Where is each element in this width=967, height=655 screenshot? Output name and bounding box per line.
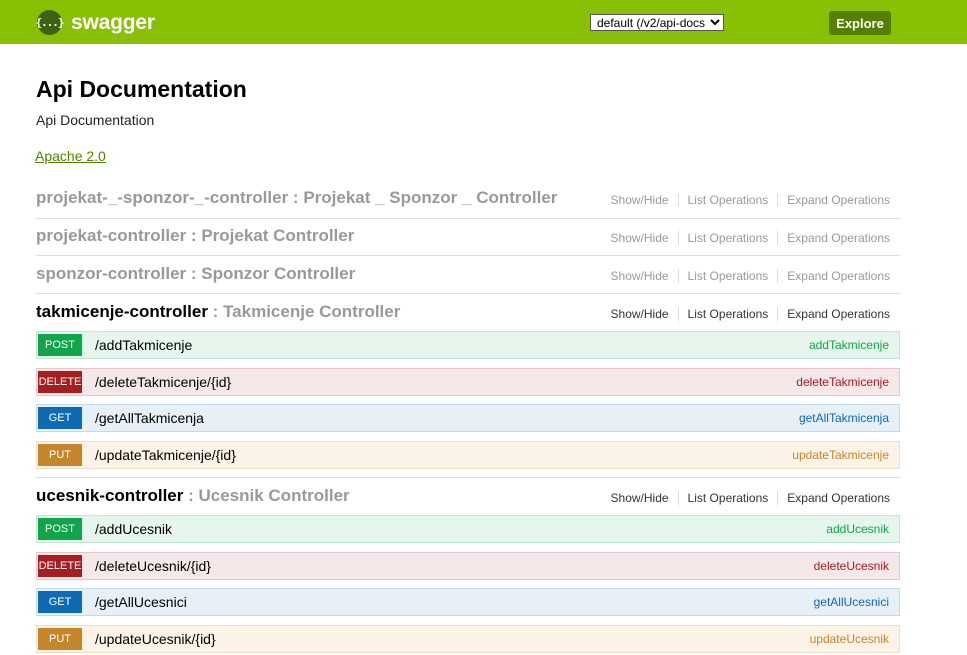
api-spec-select[interactable]: default (/v2/api-docs) — [590, 14, 724, 31]
resource-description: Projekat _ Sponzor _ Controller — [303, 188, 558, 207]
list-operations-link[interactable]: List Operations — [677, 231, 778, 245]
resource-options: Show/Hide List Operations Expand Operati… — [602, 269, 890, 283]
swagger-logo[interactable]: {...} swagger — [35, 10, 155, 35]
operation-row[interactable]: GET /getAllUcesnici getAllUcesnici — [36, 588, 900, 616]
operation-row[interactable]: GET /getAllTakmicenja getAllTakmicenja — [36, 404, 900, 432]
operation-path[interactable]: /updateUcesnik/{id} — [95, 631, 216, 647]
show-hide-link[interactable]: Show/Hide — [602, 307, 678, 321]
list-operations-link[interactable]: List Operations — [677, 193, 778, 207]
show-hide-link[interactable]: Show/Hide — [602, 193, 678, 207]
expand-operations-link[interactable]: Expand Operations — [777, 269, 890, 283]
operation-row[interactable]: POST /addUcesnik addUcesnik — [36, 515, 900, 543]
resource-sponzor: sponzor-controller : Sponzor Controller … — [36, 257, 900, 294]
list-operations-link[interactable]: List Operations — [677, 491, 778, 505]
resource-separator: : — [186, 264, 202, 283]
resource-path[interactable]: sponzor-controller — [36, 264, 186, 283]
page-title: Api Documentation — [36, 76, 247, 102]
resource-description: Projekat Controller — [201, 226, 355, 245]
resource-path[interactable]: takmicenje-controller — [36, 302, 208, 321]
resource-path[interactable]: ucesnik-controller — [36, 486, 183, 505]
resource-separator: : — [207, 302, 224, 321]
show-hide-link[interactable]: Show/Hide — [602, 491, 678, 505]
resource-options: Show/Hide List Operations Expand Operati… — [602, 307, 890, 321]
operation-path[interactable]: /deleteTakmicenje/{id} — [95, 374, 231, 390]
operation-nickname[interactable]: getAllUcesnici — [814, 595, 889, 609]
resource-path[interactable]: projekat-_-sponzor-_-controller — [36, 188, 288, 207]
show-hide-link[interactable]: Show/Hide — [602, 231, 678, 245]
top-bar: {...} swagger default (/v2/api-docs) Exp… — [0, 0, 967, 44]
operation-row[interactable]: DELETE /deleteTakmicenje/{id} deleteTakm… — [36, 368, 900, 396]
operation-path[interactable]: /addTakmicenje — [95, 337, 192, 353]
resource-separator: : — [288, 188, 304, 207]
resource-takmicenje: takmicenje-controller : Takmicenje Contr… — [36, 295, 900, 332]
resource-options: Show/Hide List Operations Expand Operati… — [602, 491, 890, 505]
list-operations-link[interactable]: List Operations — [677, 269, 778, 283]
operation-path[interactable]: /updateTakmicenje/{id} — [95, 447, 236, 463]
resource-description: Takmicenje Controller — [223, 302, 401, 321]
list-operations-link[interactable]: List Operations — [677, 307, 778, 321]
resource-ucesnik: ucesnik-controller : Ucesnik Controller … — [36, 479, 900, 516]
method-badge-put[interactable]: PUT — [38, 628, 82, 650]
resource-options: Show/Hide List Operations Expand Operati… — [602, 231, 890, 245]
method-badge-delete[interactable]: DELETE — [38, 371, 82, 393]
resource-separator: : — [186, 226, 202, 245]
method-badge-post[interactable]: POST — [38, 334, 82, 356]
resource-description: Ucesnik Controller — [198, 486, 350, 505]
operation-path[interactable]: /addUcesnik — [95, 521, 172, 537]
resource-projekat: projekat-controller : Projekat Controlle… — [36, 219, 900, 256]
operation-path[interactable]: /getAllTakmicenja — [95, 410, 204, 426]
operation-path[interactable]: /deleteUcesnik/{id} — [95, 558, 211, 574]
operation-path[interactable]: /getAllUcesnici — [95, 594, 187, 610]
operation-row[interactable]: PUT /updateUcesnik/{id} updateUcesnik — [36, 625, 900, 653]
divider — [36, 477, 900, 478]
operation-row[interactable]: POST /addTakmicenje addTakmicenje — [36, 331, 900, 359]
method-badge-get[interactable]: GET — [38, 591, 82, 613]
show-hide-link[interactable]: Show/Hide — [602, 269, 678, 283]
resource-heading[interactable]: ucesnik-controller : Ucesnik Controller — [36, 486, 350, 506]
license-link[interactable]: Apache 2.0 — [35, 148, 106, 164]
operation-nickname[interactable]: updateTakmicenje — [792, 448, 889, 462]
resource-projekat-sponzor: projekat-_-sponzor-_-controller : Projek… — [36, 181, 900, 218]
operation-nickname[interactable]: deleteTakmicenje — [796, 375, 889, 389]
resource-path[interactable]: projekat-controller — [36, 226, 186, 245]
operation-row[interactable]: DELETE /deleteUcesnik/{id} deleteUcesnik — [36, 552, 900, 580]
resource-heading[interactable]: projekat-_-sponzor-_-controller : Projek… — [36, 188, 557, 208]
resource-heading[interactable]: sponzor-controller : Sponzor Controller — [36, 264, 355, 284]
method-badge-delete[interactable]: DELETE — [38, 555, 82, 577]
api-description: Api Documentation — [36, 112, 155, 128]
operation-nickname[interactable]: addUcesnik — [826, 522, 889, 536]
resource-heading[interactable]: projekat-controller : Projekat Controlle… — [36, 226, 354, 246]
operation-nickname[interactable]: addTakmicenje — [809, 338, 889, 352]
operation-row[interactable]: PUT /updateTakmicenje/{id} updateTakmice… — [36, 441, 900, 469]
operation-nickname[interactable]: deleteUcesnik — [814, 559, 889, 573]
explore-button[interactable]: Explore — [829, 11, 891, 35]
resource-options: Show/Hide List Operations Expand Operati… — [602, 193, 890, 207]
divider — [36, 293, 900, 294]
operation-nickname[interactable]: updateUcesnik — [810, 632, 889, 646]
method-badge-post[interactable]: POST — [38, 518, 82, 540]
resource-separator: : — [183, 486, 199, 505]
swagger-logo-icon: {...} — [35, 10, 65, 35]
divider — [36, 255, 900, 256]
resource-description: Sponzor Controller — [201, 264, 356, 283]
expand-operations-link[interactable]: Expand Operations — [777, 307, 890, 321]
expand-operations-link[interactable]: Expand Operations — [777, 193, 890, 207]
expand-operations-link[interactable]: Expand Operations — [777, 491, 890, 505]
logo-text: swagger — [71, 10, 155, 34]
expand-operations-link[interactable]: Expand Operations — [777, 231, 890, 245]
method-badge-get[interactable]: GET — [38, 407, 82, 429]
resource-heading[interactable]: takmicenje-controller : Takmicenje Contr… — [36, 302, 400, 322]
method-badge-put[interactable]: PUT — [38, 444, 82, 466]
operation-nickname[interactable]: getAllTakmicenja — [799, 411, 889, 425]
